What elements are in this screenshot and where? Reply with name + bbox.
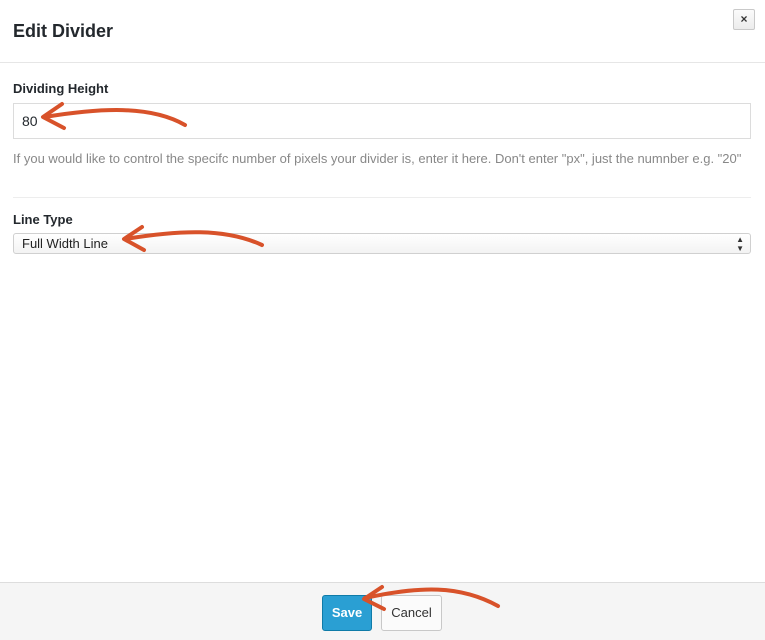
modal-footer: Save Cancel (0, 582, 765, 640)
close-button[interactable]: × (733, 9, 755, 30)
line-type-selected-value: Full Width Line (22, 236, 108, 251)
dividing-height-description: If you would like to control the specifc… (13, 151, 742, 166)
modal-header: Edit Divider × (0, 0, 765, 63)
line-type-select[interactable]: Full Width Line ▲ ▼ (13, 233, 751, 254)
cancel-button[interactable]: Cancel (381, 595, 442, 631)
field-separator (13, 197, 751, 198)
select-updown-icon: ▲ ▼ (736, 235, 744, 253)
modal-title: Edit Divider (13, 21, 114, 41)
close-icon: × (740, 12, 748, 26)
dividing-height-input[interactable]: 80 (13, 103, 751, 139)
edit-divider-modal: Edit Divider × Dividing Height 80 If you… (0, 0, 765, 640)
dividing-height-label: Dividing Height (13, 81, 109, 96)
line-type-label: Line Type (13, 212, 73, 227)
save-button[interactable]: Save (322, 595, 372, 631)
annotation-arrows (41, 102, 500, 611)
